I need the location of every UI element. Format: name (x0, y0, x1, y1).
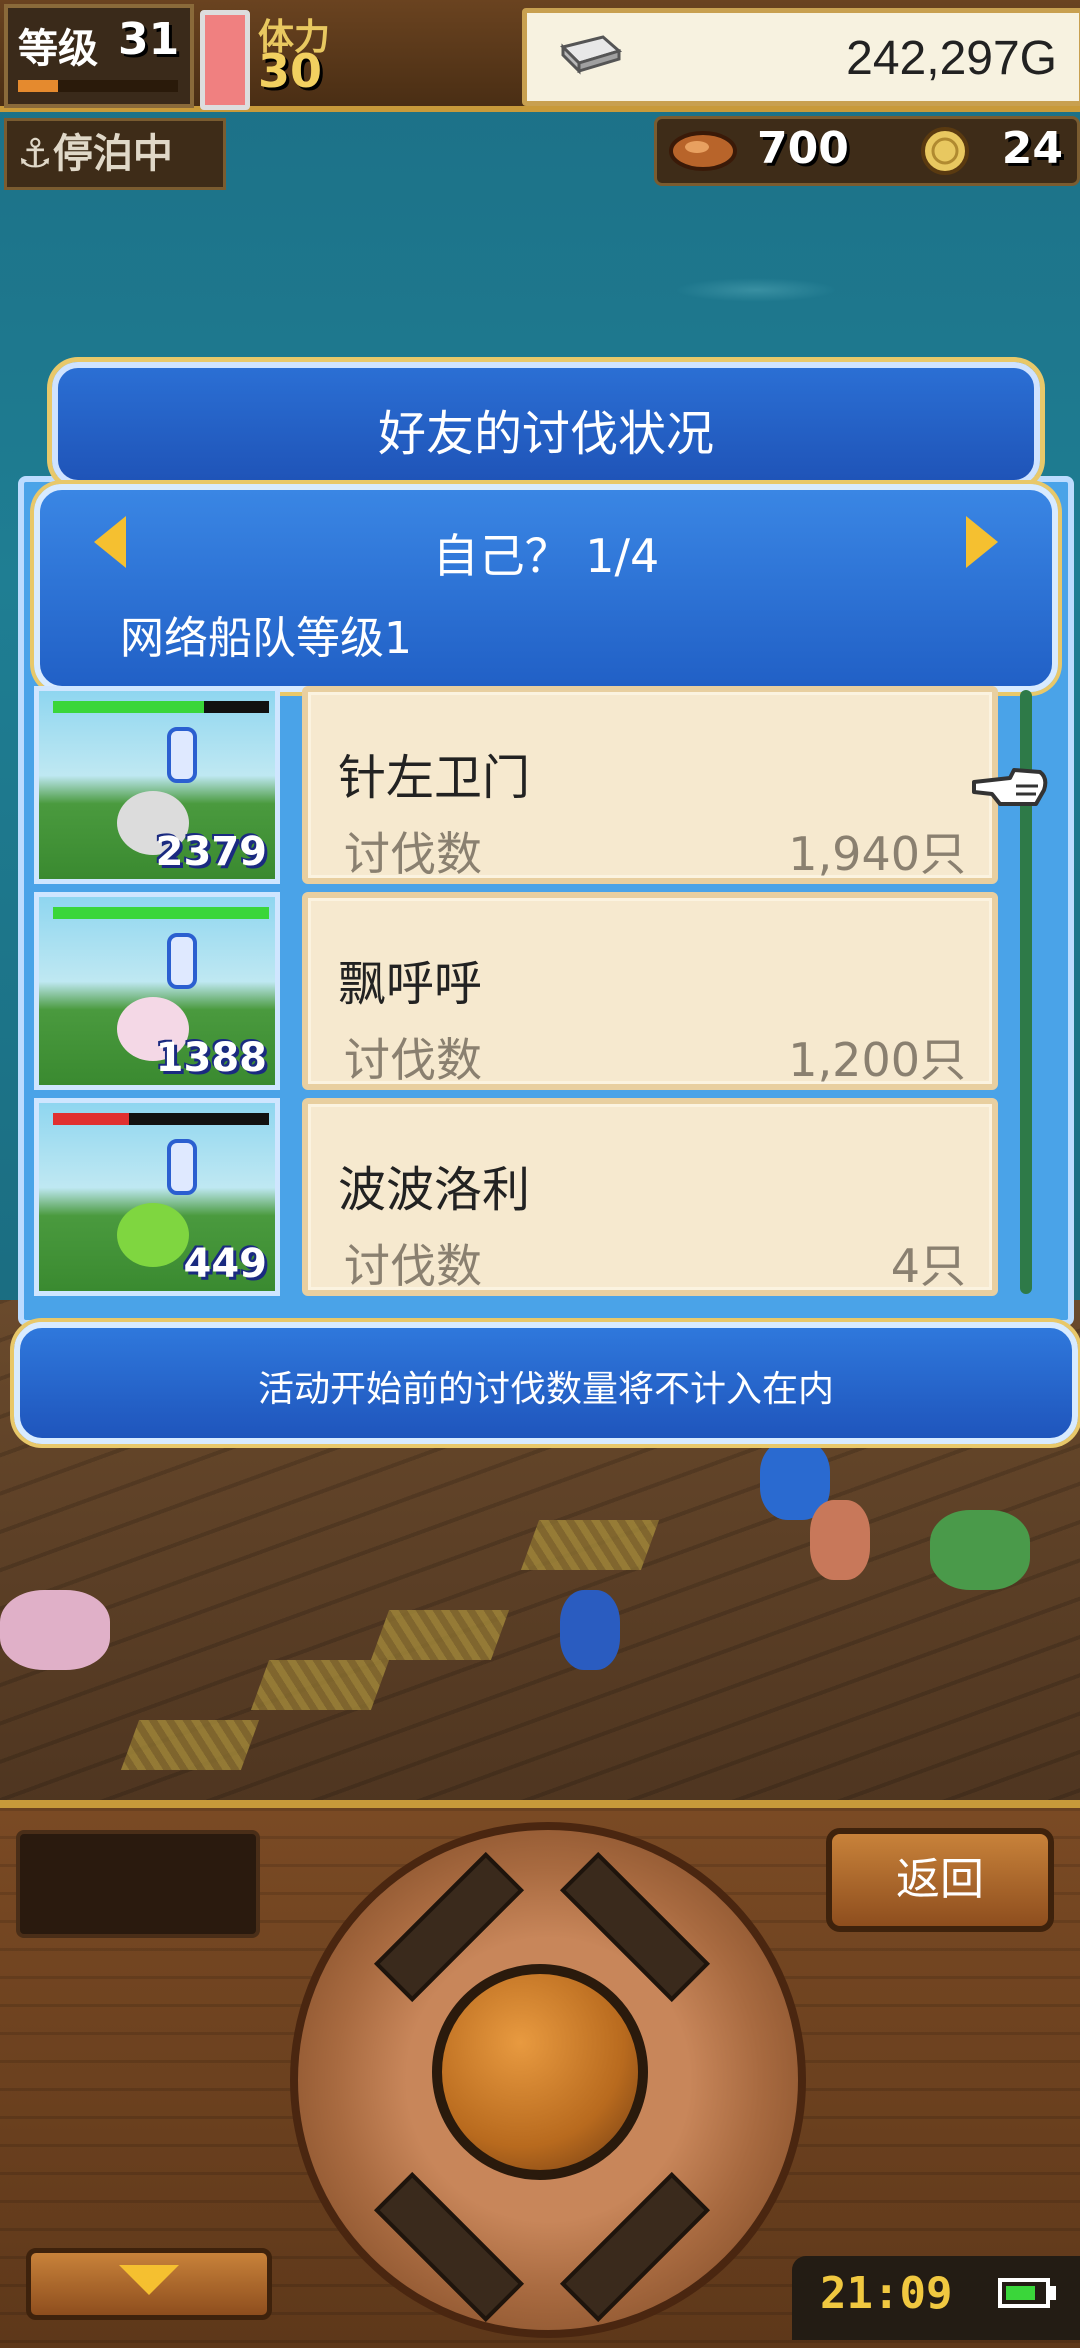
list-item[interactable]: 2379 针左卫门 讨伐数 1,940只 (34, 686, 1024, 886)
monster-hp-fill (53, 907, 269, 919)
monster-name: 针左卫门 (338, 750, 531, 806)
fleet-level: 网络船队等级1 (120, 613, 412, 664)
alert-icon (167, 933, 197, 989)
dialog-title: 好友的讨伐状况 (377, 406, 714, 462)
monster-thumbnail: 449 (34, 1098, 280, 1296)
battery-fill (1006, 2286, 1035, 2300)
notice-text: 活动开始前的讨伐数量将不计入在内 (257, 1369, 834, 1410)
next-page-arrow-icon[interactable] (966, 516, 998, 568)
food-value: 700 (757, 123, 849, 174)
coin-icon (921, 127, 969, 175)
empty-slot (16, 1830, 260, 1938)
coin-value: 24 (1001, 123, 1063, 174)
kill-count-value: 1,200只 (788, 1033, 966, 1087)
dpad-center-button[interactable] (432, 1964, 648, 2180)
monster-hp-fill (53, 701, 205, 713)
battery-icon (998, 2278, 1050, 2308)
monster-icon (117, 1203, 189, 1267)
creature-sprite[interactable] (0, 1590, 110, 1670)
page-header: 自己？ 1/4 网络船队等级1 (34, 484, 1058, 692)
kill-count-label: 讨伐数 (344, 1239, 482, 1293)
stamina-value: 30 (258, 44, 323, 98)
deck-mat (370, 1610, 510, 1660)
list-item[interactable]: 1388 飘呼呼 讨伐数 1,200只 (34, 892, 1024, 1092)
top-hud: 等级 31 体力 30 242,297G (0, 0, 1080, 112)
level-box: 等级 31 (4, 4, 194, 108)
monster-count: 2379 (155, 829, 267, 875)
xp-bar (18, 80, 178, 92)
food-icon (669, 131, 737, 171)
monster-card[interactable]: 针左卫门 讨伐数 1,940只 (302, 686, 998, 884)
monster-thumbnail: 1388 (34, 892, 280, 1090)
level-value: 31 (118, 14, 180, 65)
monster-hp-fill (53, 1113, 129, 1125)
clock: 21:09 (820, 2268, 953, 2319)
deck-mat (120, 1720, 260, 1770)
gold-value: 242,297G (846, 32, 1057, 85)
alert-icon (167, 727, 197, 783)
silver-bar-icon (560, 35, 623, 75)
monster-count: 449 (183, 1241, 268, 1287)
kill-count-label: 讨伐数 (344, 827, 482, 881)
back-button[interactable]: 返回 (826, 1828, 1054, 1932)
monster-hp-bar (53, 907, 269, 919)
crew-sprite[interactable] (560, 1590, 620, 1670)
health-gauge (200, 10, 250, 110)
down-arrow-icon (119, 2265, 179, 2295)
monster-hp-bar (53, 1113, 269, 1125)
deck-mat (520, 1520, 660, 1570)
kill-count-value: 4只 (890, 1239, 966, 1293)
alert-icon (167, 1139, 197, 1195)
monster-name: 飘呼呼 (338, 956, 483, 1012)
page-name: 自己？ 1/4 (432, 529, 660, 583)
gold-display[interactable]: 242,297G (522, 8, 1080, 106)
notice-banner: 活动开始前的讨伐数量将不计入在内 (14, 1322, 1078, 1444)
dragon-sprite[interactable] (930, 1510, 1030, 1590)
level-label: 等级 (18, 26, 98, 72)
monster-name: 波波洛利 (338, 1162, 531, 1218)
kill-count-value: 1,940只 (788, 827, 966, 881)
deck-mat (250, 1660, 390, 1710)
pointing-hand-icon (972, 768, 1048, 806)
crew-sprite[interactable] (810, 1500, 870, 1580)
kill-count-label: 讨伐数 (344, 1033, 482, 1087)
monster-card[interactable]: 波波洛利 讨伐数 4只 (302, 1098, 998, 1296)
dialog-title-banner: 好友的讨伐状况 (52, 362, 1040, 486)
monster-hp-bar (53, 701, 269, 713)
menu-toggle-button[interactable] (26, 2248, 272, 2320)
battery-tip (1050, 2286, 1056, 2300)
monster-count: 1388 (155, 1035, 267, 1081)
docked-status: ⚓停泊中 (4, 118, 226, 190)
resource-bar: 700 24 (654, 116, 1080, 186)
monster-card[interactable]: 飘呼呼 讨伐数 1,200只 (302, 892, 998, 1090)
list-item[interactable]: 449 波波洛利 讨伐数 4只 (34, 1098, 1024, 1298)
status-clock-box: 21:09 (792, 2256, 1080, 2340)
xp-fill (18, 80, 58, 92)
monster-thumbnail: 2379 (34, 686, 280, 884)
